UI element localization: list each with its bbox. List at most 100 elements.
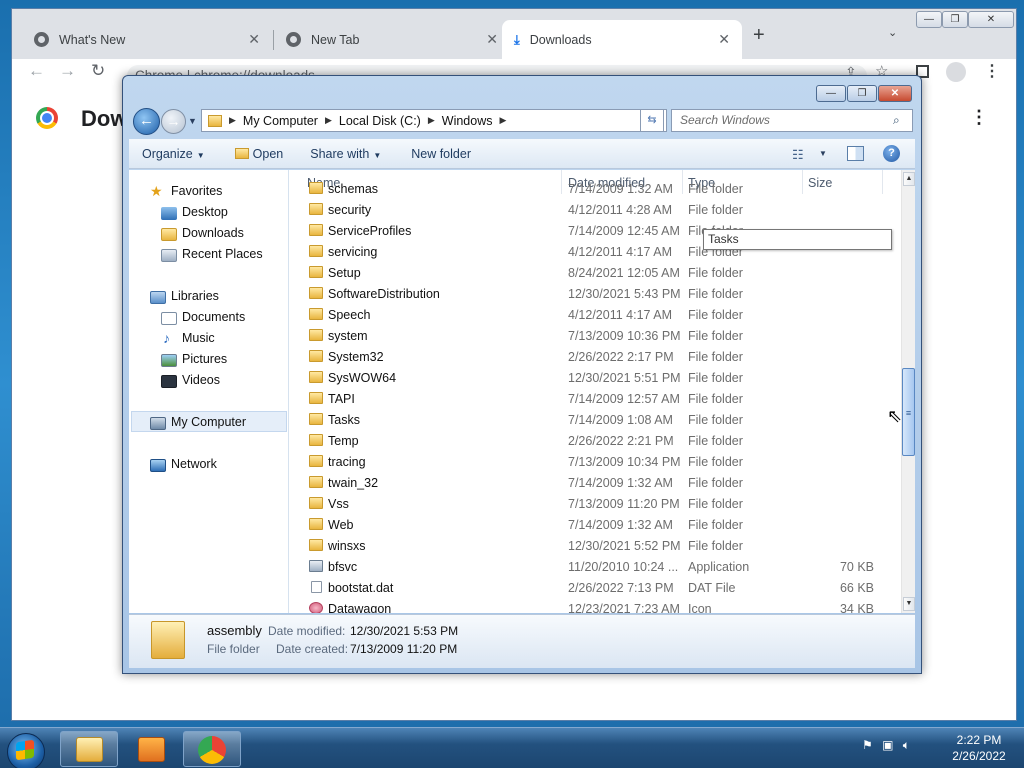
table-row[interactable]: System32 2/26/2022 2:17 PM File folder — [289, 347, 901, 368]
desktop-icon — [161, 207, 177, 220]
breadcrumb-arrow-icon[interactable]: ▶ — [428, 115, 435, 126]
refresh-icon[interactable]: ⇆ — [640, 109, 664, 132]
breadcrumb-local-disk[interactable]: Local Disk (C:) — [339, 114, 421, 128]
tab-search-chevron-icon[interactable]: ⌄ — [888, 26, 897, 39]
change-view-icon[interactable]: ☷ — [792, 147, 804, 163]
nav-my-computer[interactable]: My Computer — [171, 415, 246, 429]
breadcrumb-windows[interactable]: Windows — [442, 114, 493, 128]
file-date-modified: 2/26/2022 7:13 PM — [568, 581, 674, 595]
action-center-flag-icon[interactable]: ⚑ — [862, 738, 873, 752]
file-date-modified: 7/14/2009 12:45 AM — [568, 224, 680, 238]
address-bar[interactable]: ▶ My Computer ▶ Local Disk (C:) ▶ Window… — [201, 109, 667, 132]
breadcrumb-arrow-icon[interactable]: ▶ — [229, 115, 236, 126]
nav-pictures[interactable]: Pictures — [182, 352, 227, 366]
details-pane: assembly Date modified: 12/30/2021 5:53 … — [129, 614, 915, 668]
nav-favorites[interactable]: Favorites — [171, 184, 222, 198]
file-name: Setup — [328, 266, 361, 280]
breadcrumb-arrow-icon[interactable]: ▶ — [325, 115, 332, 126]
nav-videos[interactable]: Videos — [182, 373, 220, 387]
reload-icon[interactable]: ↻ — [91, 61, 105, 81]
search-icon[interactable]: ⌕ — [893, 113, 900, 128]
share-with-button[interactable]: Share with ▼ — [310, 147, 381, 161]
nav-libraries[interactable]: Libraries — [171, 289, 219, 303]
preview-pane-icon[interactable] — [847, 146, 864, 161]
file-icon — [311, 581, 322, 593]
tab-downloads[interactable]: ⤓ Downloads ✕ — [502, 20, 742, 59]
explorer-maximize-button[interactable]: ❐ — [847, 85, 877, 102]
tab-new-tab[interactable]: New Tab ✕ — [274, 20, 510, 59]
back-arrow-icon[interactable]: ← — [28, 61, 45, 81]
file-type: Icon — [688, 602, 712, 613]
new-tab-button[interactable]: + — [753, 24, 765, 47]
table-row[interactable]: bfsvc 11/20/2010 10:24 ... Application 70 K… — [289, 557, 901, 578]
nav-desktop[interactable]: Desktop — [182, 205, 228, 219]
table-row[interactable]: Datawagon 12/23/2021 7:23 AM Icon 34 KB — [289, 599, 901, 613]
table-row[interactable]: SysWOW64 12/30/2021 5:51 PM File folder — [289, 368, 901, 389]
table-row[interactable]: Setup 8/24/2021 12:05 AM File folder — [289, 263, 901, 284]
folder-icon — [309, 287, 323, 299]
table-row[interactable]: Vss 7/13/2009 11:20 PM File folder — [289, 494, 901, 515]
nav-music[interactable]: Music — [182, 331, 215, 345]
nav-recent-places[interactable]: Recent Places — [182, 247, 263, 261]
scroll-up-icon[interactable]: ▲ — [903, 172, 915, 186]
table-row[interactable]: Temp 2/26/2022 2:21 PM File folder — [289, 431, 901, 452]
file-date-modified: 12/23/2021 7:23 AM — [568, 602, 680, 613]
nav-documents[interactable]: Documents — [182, 310, 245, 324]
table-row[interactable]: system 7/13/2009 10:36 PM File folder — [289, 326, 901, 347]
scroll-thumb[interactable]: ≡ — [902, 368, 915, 456]
taskbar-chrome-button[interactable] — [183, 731, 241, 767]
network-status-icon[interactable]: ▣ — [882, 738, 893, 752]
file-name: schemas — [328, 182, 379, 196]
file-date-modified: 7/13/2009 11:20 PM — [568, 497, 680, 511]
taskbar-media-player-button[interactable] — [121, 731, 179, 767]
table-row[interactable]: Web 7/14/2009 1:32 AM File folder — [289, 515, 901, 536]
chrome-menu-icon[interactable]: ⋮ — [984, 61, 1000, 81]
organize-button[interactable]: Organize ▼ — [142, 147, 205, 161]
table-row[interactable]: TAPI 7/14/2009 12:57 AM File folder — [289, 389, 901, 410]
help-icon[interactable]: ? — [883, 145, 900, 162]
explorer-forward-icon[interactable]: → — [161, 109, 186, 134]
table-row[interactable]: Tasks 7/14/2009 1:08 AM File folder — [289, 410, 901, 431]
forward-arrow-icon[interactable]: → — [59, 61, 76, 81]
clock[interactable]: 2:22 PM 2/26/2022 — [944, 732, 1014, 764]
tab-close-icon[interactable]: ✕ — [486, 31, 498, 48]
volume-icon[interactable]: 🔈︎ — [903, 738, 910, 752]
tab-close-icon[interactable]: ✕ — [718, 31, 730, 48]
profile-avatar-icon[interactable] — [946, 62, 966, 82]
more-actions-icon[interactable]: ⋮ — [970, 107, 988, 128]
explorer-minimize-button[interactable]: — — [816, 85, 846, 102]
recent-pages-chevron-icon[interactable]: ▼ — [188, 116, 197, 126]
table-row[interactable]: twain_32 7/14/2009 1:32 AM File folder — [289, 473, 901, 494]
file-type: File folder — [688, 203, 743, 217]
explorer-back-icon[interactable]: ← — [133, 108, 160, 135]
breadcrumb-arrow-icon[interactable]: ▶ — [499, 115, 506, 126]
close-window-button[interactable]: ✕ — [968, 11, 1014, 28]
table-row[interactable]: security 4/12/2011 4:28 AM File folder — [289, 200, 901, 221]
search-input[interactable]: Search Windows — [671, 109, 913, 132]
table-row[interactable]: schemas 7/14/2009 1:32 AM File folder — [289, 179, 901, 200]
scroll-down-icon[interactable]: ▼ — [903, 597, 915, 611]
explorer-close-button[interactable]: ✕ — [878, 85, 912, 102]
breadcrumb-my-computer[interactable]: My Computer — [243, 114, 318, 128]
tab-whats-new[interactable]: What's New ✕ — [22, 20, 272, 59]
open-button[interactable]: Open — [234, 147, 283, 161]
tab-close-icon[interactable]: ✕ — [248, 31, 260, 48]
taskbar-explorer-button[interactable] — [60, 731, 118, 767]
nav-downloads[interactable]: Downloads — [182, 226, 244, 240]
table-row[interactable]: Speech 4/12/2011 4:17 AM File folder — [289, 305, 901, 326]
file-type: File folder — [688, 455, 743, 469]
file-date-modified: 2/26/2022 2:21 PM — [568, 434, 674, 448]
music-note-icon: ♪ — [163, 330, 170, 346]
file-name: Speech — [328, 308, 371, 322]
table-row[interactable]: SoftwareDistribution 12/30/2021 5:43 PM Fi… — [289, 284, 901, 305]
view-options-chevron-icon[interactable]: ▼ — [819, 149, 827, 158]
new-folder-button[interactable]: New folder — [411, 147, 471, 161]
table-row[interactable]: winsxs 12/30/2021 5:52 PM File folder — [289, 536, 901, 557]
nav-network[interactable]: Network — [171, 457, 217, 471]
table-row[interactable]: tracing 7/13/2009 10:34 PM File folder — [289, 452, 901, 473]
minimize-button[interactable]: — — [916, 11, 942, 28]
maximize-button[interactable]: ❐ — [942, 11, 968, 28]
vertical-scrollbar[interactable]: ▲ ≡ ▼ — [901, 170, 915, 613]
table-row[interactable]: bootstat.dat 2/26/2022 7:13 PM DAT File 66 … — [289, 578, 901, 599]
file-name: bootstat.dat — [328, 581, 394, 595]
